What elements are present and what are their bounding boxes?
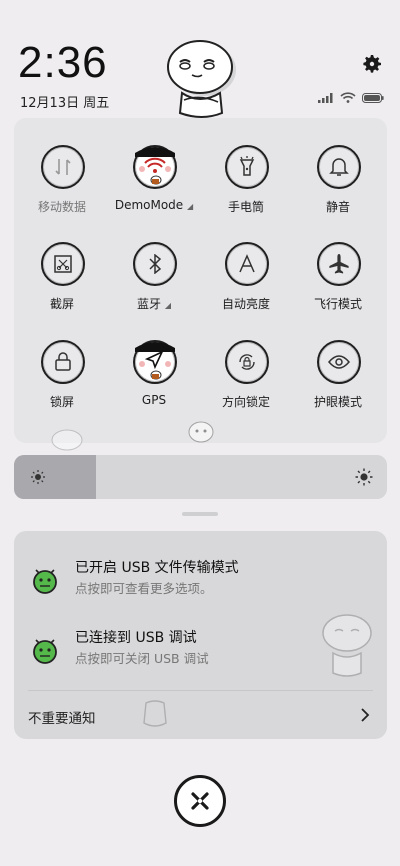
clock[interactable]: 2:36 xyxy=(18,38,108,88)
android-icon xyxy=(33,639,57,664)
wifi-icon xyxy=(133,145,177,189)
notification-card: 已开启 USB 文件传输模式 点按即可查看更多选项。 已连接到 USB 调试 点… xyxy=(14,531,387,739)
unimportant-notifications-link[interactable]: 不重要通知 xyxy=(28,707,96,727)
ghost-mascot-image xyxy=(143,700,167,727)
tile-label: 锁屏 xyxy=(49,395,74,409)
ghost-mascot-image xyxy=(322,614,372,677)
mobile-data-icon xyxy=(41,145,85,189)
tile-bluetooth[interactable]: 蓝牙 ◢ xyxy=(108,242,200,334)
tile-label: GPS xyxy=(141,393,167,407)
tile-silent[interactable]: 静音 xyxy=(292,145,384,237)
airplane-icon xyxy=(317,242,361,286)
tile-label: 护眼模式 xyxy=(313,395,362,409)
wifi-status-icon xyxy=(340,92,356,103)
notification-subtitle: 点按即可关闭 USB 调试 xyxy=(75,651,209,666)
tile-label: 自动亮度 xyxy=(221,297,270,311)
location-arrow-icon xyxy=(133,340,177,384)
tile-auto-brightness[interactable]: 自动亮度 xyxy=(200,242,292,334)
tile-flashlight[interactable]: 手电筒 xyxy=(200,145,292,237)
rotation-lock-icon xyxy=(225,340,269,384)
battery-icon xyxy=(362,92,384,103)
brightness-low-icon xyxy=(31,470,45,484)
tile-rotation-lock[interactable]: 方向锁定 xyxy=(200,340,292,432)
lock-icon xyxy=(41,340,85,384)
gear-icon[interactable] xyxy=(360,52,384,76)
tile-label: 静音 xyxy=(325,200,350,214)
drag-handle[interactable] xyxy=(182,512,218,516)
android-icon xyxy=(33,569,57,594)
ghost-mascot-image xyxy=(51,429,83,451)
tile-label: 方向锁定 xyxy=(221,395,270,409)
tile-label: 截屏 xyxy=(49,297,74,311)
eye-icon xyxy=(317,340,361,384)
tile-label: 手电筒 xyxy=(227,200,264,214)
brightness-slider[interactable] xyxy=(14,455,387,499)
brightness-slider-fill xyxy=(14,455,97,499)
tile-airplane[interactable]: 飞行模式 xyxy=(292,242,384,334)
auto-brightness-icon xyxy=(225,242,269,286)
screenshot-icon xyxy=(41,242,85,286)
tile-label-text: DemoMode xyxy=(114,198,184,212)
brightness-high-icon xyxy=(355,468,373,486)
date[interactable]: 12月13日 周五 xyxy=(20,92,109,111)
tile-label: 蓝牙 ◢ xyxy=(108,295,200,312)
tile-lock-screen[interactable]: 锁屏 xyxy=(16,340,108,432)
expand-triangle-icon: ◢ xyxy=(164,301,171,310)
bell-icon xyxy=(317,145,361,189)
chevron-right-icon[interactable] xyxy=(359,707,371,723)
signal-icon xyxy=(318,92,333,103)
close-icon xyxy=(191,792,209,810)
notification-usb-file-transfer[interactable]: 已开启 USB 文件传输模式 点按即可查看更多选项。 xyxy=(14,553,387,613)
ghost-mascot-image xyxy=(188,421,214,443)
tile-mobile-data[interactable]: 移动数据 xyxy=(16,145,108,237)
tile-label-text: 蓝牙 xyxy=(137,297,162,311)
notification-subtitle: 点按即可查看更多选项。 xyxy=(75,581,213,596)
tile-screenshot[interactable]: 截屏 xyxy=(16,242,108,334)
quick-settings-panel: 移动数据 DemoMode ◢ 手电筒 静音 截屏 蓝牙 ◢ 自动亮度 飞行模式… xyxy=(14,118,387,451)
divider xyxy=(28,690,373,691)
notification-title: 已连接到 USB 调试 xyxy=(75,630,197,646)
tile-eye-care[interactable]: 护眼模式 xyxy=(292,340,384,432)
tile-gps[interactable]: GPS xyxy=(108,340,200,432)
flashlight-icon xyxy=(225,145,269,189)
status-icons xyxy=(318,92,384,103)
tile-label: 移动数据 xyxy=(37,200,86,214)
tile-label: 飞行模式 xyxy=(313,297,362,311)
tile-demomode[interactable]: DemoMode ◢ xyxy=(108,145,200,237)
tile-label: DemoMode ◢ xyxy=(108,198,200,212)
mascot-sticker-image xyxy=(167,40,236,118)
clear-all-button[interactable] xyxy=(174,775,226,827)
expand-triangle-icon: ◢ xyxy=(187,202,194,211)
notification-title: 已开启 USB 文件传输模式 xyxy=(75,560,239,576)
bluetooth-icon xyxy=(133,242,177,286)
